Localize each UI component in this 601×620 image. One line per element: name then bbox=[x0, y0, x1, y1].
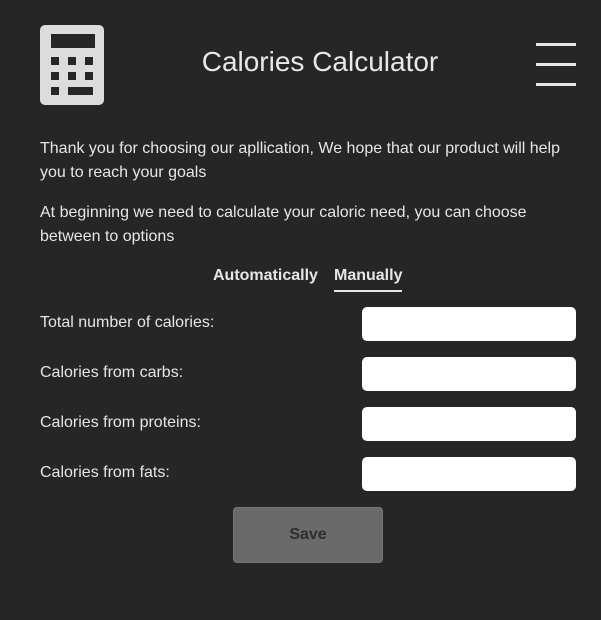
tab-automatically[interactable]: Automatically bbox=[213, 266, 318, 290]
tab-manually[interactable]: Manually bbox=[334, 266, 403, 292]
menu-bar bbox=[536, 83, 576, 86]
intro-options-text: At beginning we need to calculate your c… bbox=[40, 204, 527, 245]
page-title: Calories Calculator bbox=[201, 46, 439, 77]
total-calories-input[interactable] bbox=[362, 307, 576, 341]
calculator-icon bbox=[40, 25, 104, 105]
proteins-calories-label: Calories from proteins: bbox=[40, 414, 201, 431]
form-row-total-calories: Total number of calories: bbox=[40, 307, 576, 341]
fats-calories-input[interactable] bbox=[362, 457, 576, 491]
mode-tabs: Automatically Manually bbox=[0, 266, 601, 292]
form-row-carbs: Calories from carbs: bbox=[40, 357, 576, 391]
app-header: Calories Calculator bbox=[0, 0, 601, 130]
intro-thank-you-text: Thank you for choosing our apllication, … bbox=[40, 140, 561, 181]
carbs-calories-label: Calories from carbs: bbox=[40, 364, 184, 381]
hamburger-menu-icon[interactable] bbox=[536, 43, 576, 87]
form-row-fats: Calories from fats: bbox=[40, 457, 576, 491]
menu-bar bbox=[536, 43, 576, 46]
menu-bar bbox=[536, 63, 576, 66]
carbs-calories-input[interactable] bbox=[362, 357, 576, 391]
save-button[interactable]: Save bbox=[233, 507, 383, 563]
total-calories-label: Total number of calories: bbox=[40, 314, 215, 331]
fats-calories-label: Calories from fats: bbox=[40, 464, 170, 481]
proteins-calories-input[interactable] bbox=[362, 407, 576, 441]
form-row-proteins: Calories from proteins: bbox=[40, 407, 576, 441]
